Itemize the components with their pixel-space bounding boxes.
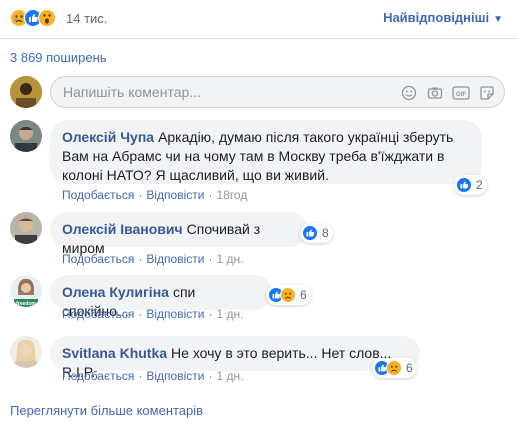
comment-bubble: Олена Кулигіна спи спокійно... (50, 275, 272, 319)
gif-icon[interactable]: GIF (452, 84, 470, 102)
camera-icon[interactable] (426, 84, 444, 102)
comment-author[interactable]: Олена Кулигіна (62, 284, 169, 300)
sad-reaction-icon (386, 360, 402, 376)
comment-time[interactable]: 18год (216, 188, 247, 202)
comment-bubble: Олексій Іванович Спочивай з миром (50, 212, 308, 256)
comment-bubble: Svitlana Khutka Не хочу в это верить... Н… (50, 336, 420, 380)
comment-reactions[interactable]: 6 (266, 285, 311, 305)
reaction-count: 6 (300, 288, 307, 302)
like-reaction-icon (302, 225, 318, 241)
wow-reaction-icon (38, 9, 56, 27)
reaction-count: 2 (476, 178, 483, 192)
comment-time[interactable]: 1 дн. (216, 369, 243, 383)
comment-input-box[interactable]: GIF (50, 76, 505, 108)
avatar-badge: freedom (16, 301, 36, 307)
sticker-icon[interactable] (478, 84, 496, 102)
avatar[interactable] (10, 336, 42, 368)
reply-link[interactable]: Відповісти (146, 369, 204, 383)
avatar[interactable]: freedom (10, 275, 42, 307)
reaction-icons[interactable] (10, 9, 64, 27)
chevron-down-icon: ▼ (493, 14, 503, 25)
comment-input[interactable] (61, 83, 365, 101)
reply-link[interactable]: Відповісти (146, 252, 204, 266)
like-link[interactable]: Подобається (62, 188, 134, 202)
comment-author[interactable]: Олексій Чупа (62, 129, 154, 145)
avatar[interactable] (10, 76, 42, 108)
avatar[interactable] (10, 120, 42, 152)
comment-time[interactable]: 1 дн. (216, 307, 243, 321)
shares-count-link[interactable]: 3 869 поширень (10, 50, 107, 65)
sort-label: Найвідповідніші (383, 10, 490, 25)
like-link[interactable]: Подобається (62, 252, 134, 266)
reply-link[interactable]: Відповісти (146, 307, 204, 321)
like-link[interactable]: Подобається (62, 307, 134, 321)
separator: · (138, 188, 143, 202)
sad-reaction-icon (280, 287, 296, 303)
reactions-summary-bar: 14 тис. Найвідповідніші ▼ (0, 0, 517, 40)
separator: · (208, 369, 213, 383)
gif-label: GIF (456, 92, 466, 98)
comment-reactions[interactable]: 8 (300, 223, 333, 243)
emoji-icon[interactable] (400, 84, 418, 102)
separator: · (138, 307, 143, 321)
like-reaction-icon (456, 177, 472, 193)
divider (0, 38, 517, 39)
view-more-comments-link[interactable]: Переглянути більше коментарів (10, 403, 203, 418)
separator: · (208, 307, 213, 321)
comment-time[interactable]: 1 дн. (216, 252, 243, 266)
comment-actions: Подобається · Відповісти · 18год (62, 188, 247, 202)
like-link[interactable]: Подобається (62, 369, 134, 383)
comment-bubble: Олексій Чупа Аркадію, думаю після такого … (50, 120, 482, 184)
comment-author[interactable]: Олексій Іванович (62, 221, 183, 237)
separator: · (138, 252, 143, 266)
reaction-count: 8 (322, 226, 329, 240)
comment-reactions[interactable]: 2 (454, 175, 487, 195)
comment-author[interactable]: Svitlana Khutka (62, 345, 167, 361)
comment-actions: Подобається · Відповісти · 1 дн. (62, 252, 243, 266)
comment-composer: GIF (10, 76, 507, 108)
comment-reactions[interactable]: 6 (372, 358, 417, 378)
comment-actions: Подобається · Відповісти · 1 дн. (62, 369, 243, 383)
separator: · (138, 369, 143, 383)
comment-actions: Подобається · Відповісти · 1 дн. (62, 307, 243, 321)
separator: · (208, 188, 213, 202)
comment-sort-dropdown[interactable]: Найвідповідніші ▼ (383, 10, 503, 25)
separator: · (208, 252, 213, 266)
reaction-count: 6 (406, 361, 413, 375)
reply-link[interactable]: Відповісти (146, 188, 204, 202)
avatar[interactable] (10, 212, 42, 244)
reactions-count[interactable]: 14 тис. (66, 11, 107, 26)
